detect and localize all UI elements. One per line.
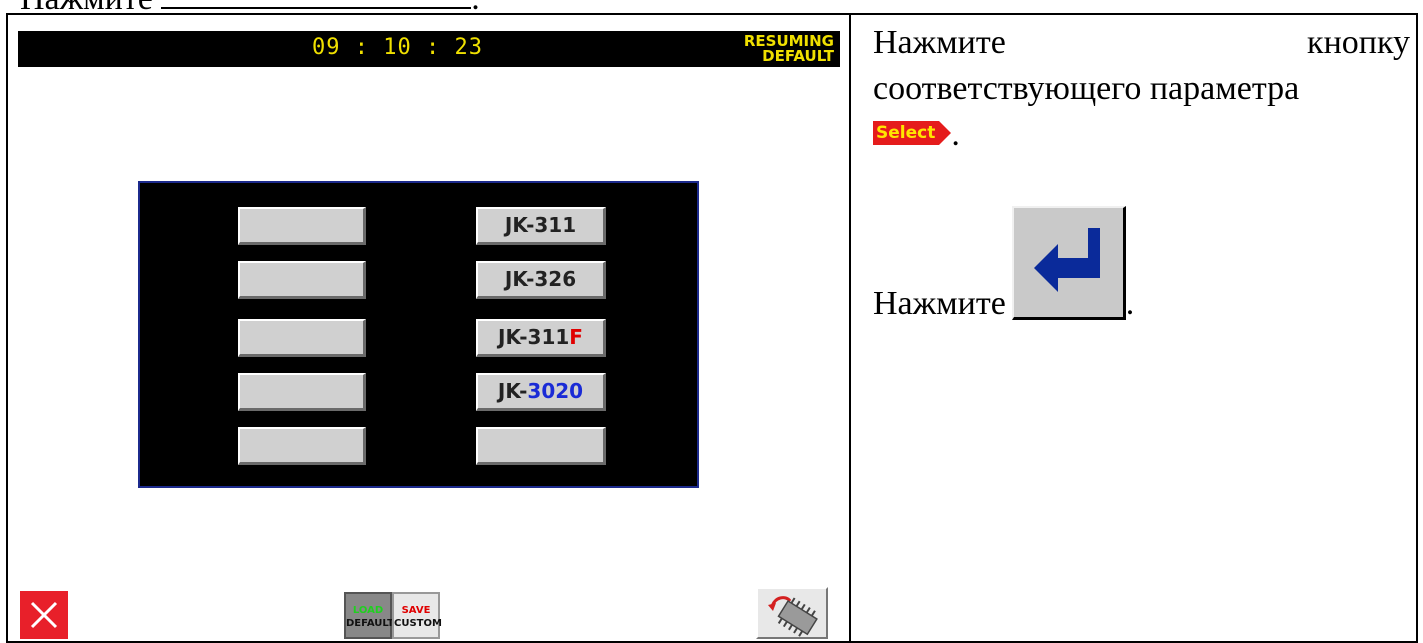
- screen-header: 09 : 10 : 23 RESUMING DEFAULT: [18, 31, 840, 67]
- table-divider: [849, 13, 851, 643]
- save-label: SAVE: [401, 605, 431, 616]
- status-line-2: DEFAULT: [762, 47, 834, 65]
- model-suffix: F: [569, 325, 583, 349]
- model-suffix: 3020: [527, 379, 584, 403]
- left-param-button-1[interactable]: [238, 207, 366, 245]
- left-param-button-2[interactable]: [238, 261, 366, 299]
- press-period: .: [1125, 285, 1135, 322]
- instruction-line-3: Select .: [873, 112, 1410, 158]
- model-button-empty[interactable]: [476, 427, 606, 465]
- clock-display: 09 : 10 : 23: [312, 35, 483, 60]
- select-arrow-icon: [939, 121, 952, 146]
- machine-screen: 09 : 10 : 23 RESUMING DEFAULT JK-311 JK-…: [18, 31, 840, 639]
- press-text: Нажмите: [873, 285, 1006, 322]
- model-label: JK-: [497, 379, 528, 403]
- chip-restore-icon: [768, 596, 818, 637]
- top-button-placeholder: [161, 0, 472, 9]
- select-badge: Select: [873, 121, 952, 146]
- left-param-button-4[interactable]: [238, 373, 366, 411]
- model-button-jk3020[interactable]: JK-3020: [476, 373, 606, 411]
- instruction-line-1: Нажмите кнопку: [873, 24, 1410, 61]
- custom-label: CUSTOM: [394, 618, 442, 629]
- instruction-press-enter: Нажмите .: [873, 206, 1134, 323]
- status-indicator: RESUMING DEFAULT: [744, 34, 834, 64]
- load-default-button[interactable]: LOAD DEFAULT: [344, 592, 394, 639]
- model-label: JK-326: [504, 267, 577, 291]
- left-param-button-3[interactable]: [238, 319, 366, 357]
- parameter-panel: JK-311 JK-326 JK-311F JK-3020: [138, 181, 699, 488]
- model-label: JK-311: [498, 325, 570, 349]
- chip-restore-button[interactable]: [756, 587, 828, 639]
- instructions: Нажмите кнопку соответствующего параметр…: [873, 20, 1410, 322]
- default-label: DEFAULT: [346, 618, 394, 629]
- enter-key-button[interactable]: [1011, 206, 1126, 320]
- close-button[interactable]: [20, 591, 68, 639]
- close-icon: [30, 601, 58, 629]
- load-label: LOAD: [352, 605, 384, 616]
- select-label: Select: [873, 121, 940, 146]
- model-button-jk311f[interactable]: JK-311F: [476, 319, 606, 357]
- model-label: JK-311: [504, 213, 577, 237]
- left-param-button-5[interactable]: [238, 427, 366, 465]
- enter-arrow-icon: [1033, 228, 1100, 292]
- save-custom-button[interactable]: SAVE CUSTOM: [392, 592, 442, 639]
- model-button-jk311[interactable]: JK-311: [476, 207, 606, 245]
- instruction-line-2: соответствующего параметра: [873, 70, 1300, 107]
- model-button-jk326[interactable]: JK-326: [476, 261, 606, 299]
